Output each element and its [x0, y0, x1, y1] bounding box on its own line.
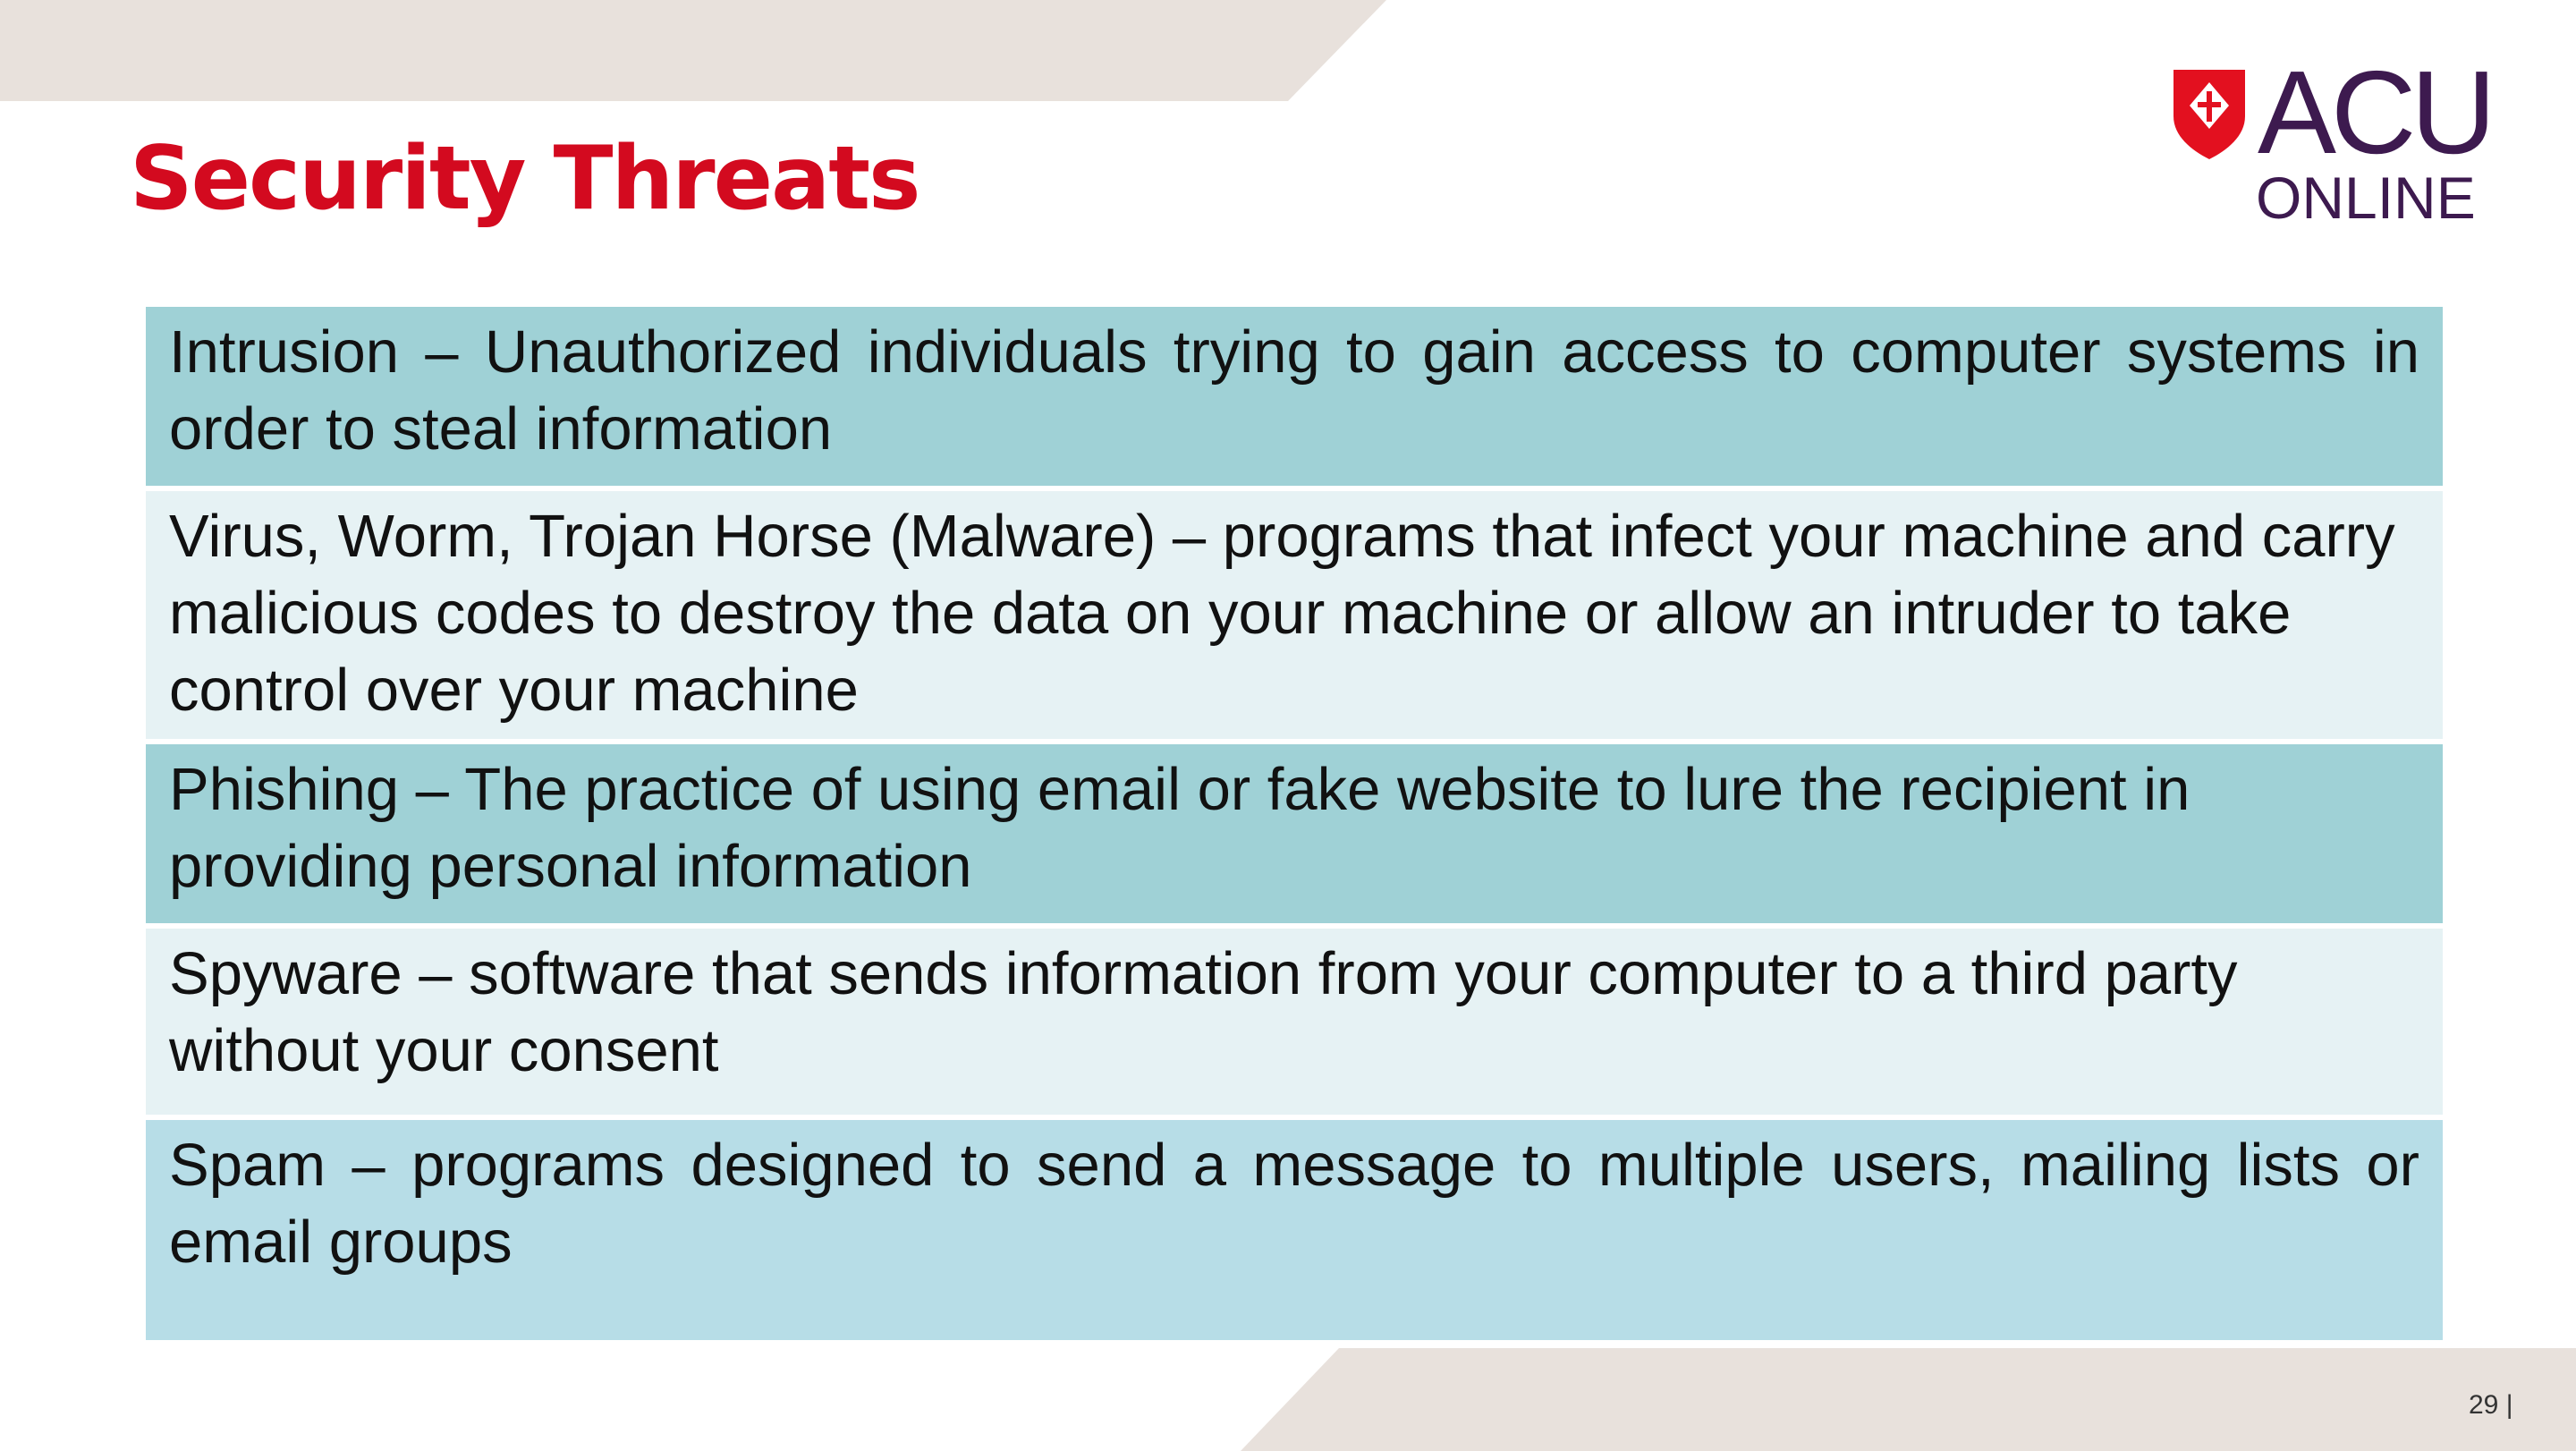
threat-row-intrusion: Intrusion – Unauthorized individuals try…: [146, 307, 2443, 486]
threat-row-spyware: Spyware – software that sends informatio…: [146, 929, 2443, 1115]
shield-cross-icon: [2174, 70, 2245, 159]
threat-row-phishing: Phishing – The practice of using email o…: [146, 744, 2443, 923]
logo-subtitle: ONLINE: [2256, 165, 2476, 231]
slide: Security Threats ACU ONLINE Intrusion – …: [0, 0, 2576, 1451]
slide-title: Security Threats: [130, 128, 920, 230]
bottom-band: [1241, 1348, 2576, 1451]
threats-table: Intrusion – Unauthorized individuals try…: [146, 307, 2443, 1340]
page-number: 29 |: [2469, 1390, 2513, 1420]
threat-row-spam: Spam – programs designed to send a messa…: [146, 1120, 2443, 1340]
acu-online-logo: ACU ONLINE: [2165, 54, 2504, 233]
logo-wordmark: ACU: [2258, 47, 2496, 178]
top-band: [0, 0, 1386, 101]
threat-row-malware: Virus, Worm, Trojan Horse (Malware) – pr…: [146, 491, 2443, 739]
